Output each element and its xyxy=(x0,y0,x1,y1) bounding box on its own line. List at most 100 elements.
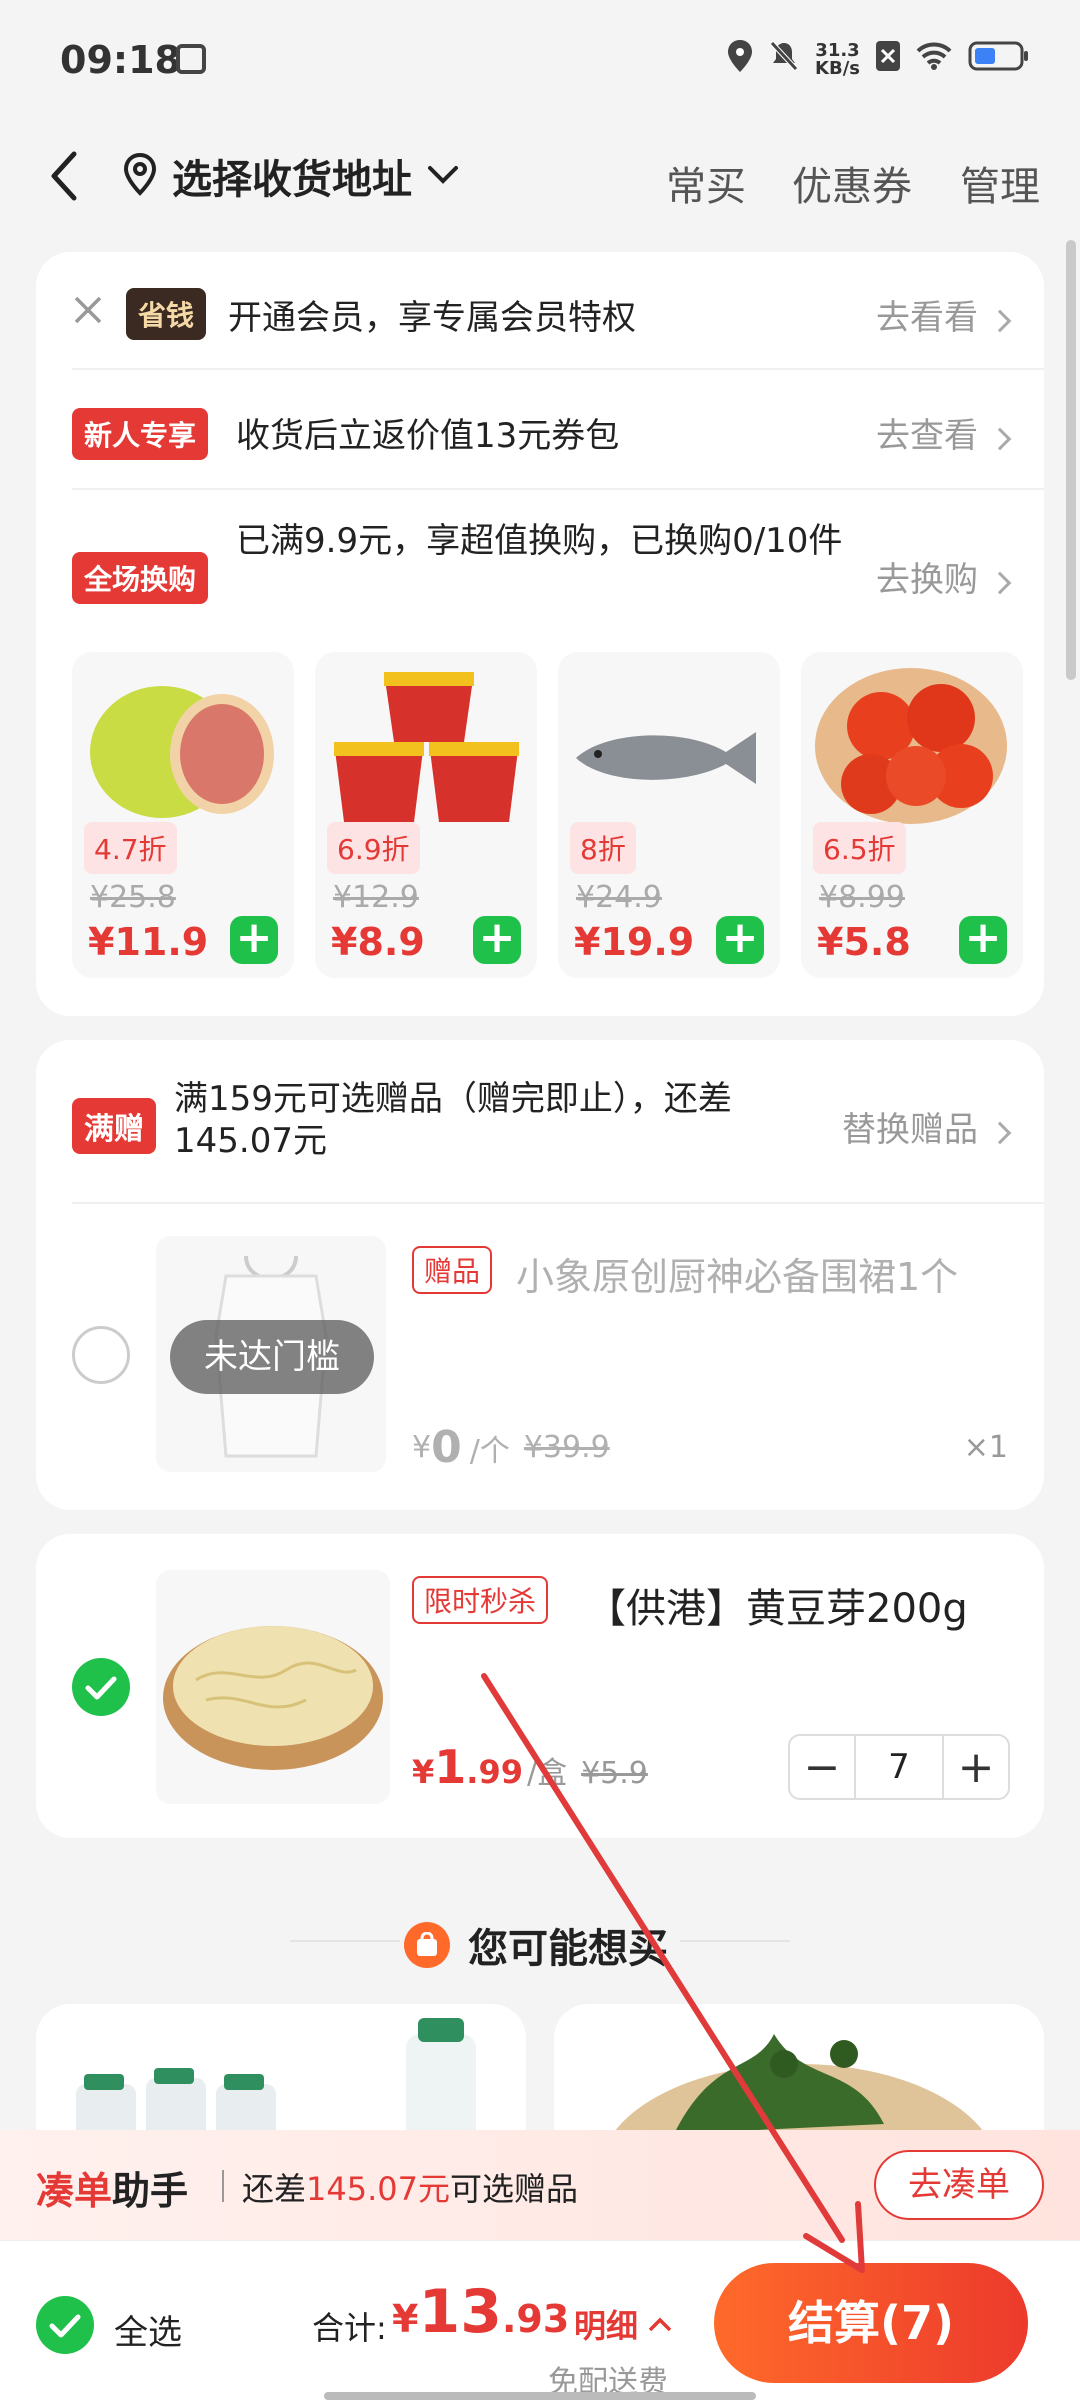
newuser-tag: 新人专享 xyxy=(72,408,209,460)
gift-price-symbol: ¥ xyxy=(412,1430,432,1465)
battery-icon xyxy=(968,41,1030,79)
status-icons: 31.3 KB/s xyxy=(727,40,1030,80)
item-price: ¥ 1 .99 /盒 ¥5.9 xyxy=(412,1740,648,1794)
member-tag: 省钱 xyxy=(126,288,207,340)
item-price-int: 1 xyxy=(434,1740,467,1794)
back-arrow-icon xyxy=(51,151,77,201)
recommend-header: 您可能想买 xyxy=(404,1916,668,1974)
exchange-product-card[interactable]: 4.7折 ¥25.8 ¥11.9 + xyxy=(72,652,294,978)
scrollbar[interactable] xyxy=(1066,240,1076,680)
gift-quantity: ×1 xyxy=(963,1430,1008,1465)
recommend-title: 您可能想买 xyxy=(468,1926,668,1972)
close-icon[interactable] xyxy=(70,292,106,332)
newuser-text: 收货后立返价值13元券包 xyxy=(236,416,620,456)
exchange-text: 已满9.9元，享超值换购，已换购0/10件 xyxy=(236,521,843,561)
discount-badge: 6.5折 xyxy=(813,822,906,874)
gift-tag: 满赠 xyxy=(72,1098,156,1154)
add-on-button[interactable]: 去凑单 xyxy=(874,2150,1044,2220)
original-price: ¥12.9 xyxy=(333,880,419,915)
exchange-product-card[interactable]: 6.5折 ¥8.99 ¥5.8 + xyxy=(801,652,1023,978)
gift-card: 满赠 满159元可选赠品（赠完即止），还差145.07元 替换赠品 未达门槛 赠… xyxy=(36,1040,1044,1510)
gift-item-tag: 赠品 xyxy=(412,1246,493,1294)
newuser-link-label: 去查看 xyxy=(876,416,978,456)
decrease-button[interactable]: − xyxy=(790,1735,856,1799)
quantity-value[interactable]: 7 xyxy=(856,1747,942,1787)
newuser-row[interactable]: 新人专享 收货后立返价值13元券包 去查看 xyxy=(36,370,1044,488)
bean-sprout-image[interactable] xyxy=(156,1570,390,1804)
newuser-link[interactable]: 去查看 xyxy=(876,408,1012,457)
divider-right xyxy=(680,1940,790,1942)
threshold-overlay: 未达门槛 xyxy=(170,1320,374,1394)
helper-text: 还差145.07元可选赠品 xyxy=(242,2164,578,2210)
item-checked-icon[interactable] xyxy=(72,1658,130,1716)
exchange-row[interactable]: 全场换购 已满9.9元，享超值换购，已换购0/10件 去换购 xyxy=(36,490,1044,640)
top-nav: 选择收货地址 常买 优惠券 管理 xyxy=(0,120,1080,230)
item-unit: /盒 xyxy=(526,1756,568,1791)
add-icon[interactable]: + xyxy=(716,916,764,964)
fish-image xyxy=(568,722,768,796)
total-int: 13 xyxy=(418,2277,502,2347)
gift-threshold-text: 满159元可选赠品（赠完即止），还差145.07元 xyxy=(174,1079,732,1161)
select-all-label[interactable]: 全选 xyxy=(114,2305,182,2354)
price: ¥11.9 xyxy=(88,920,209,964)
exchange-product-card[interactable]: 8折 ¥24.9 ¥19.9 + xyxy=(558,652,780,978)
exchange-product-card[interactable]: 6.9折 ¥12.9 ¥8.9 + xyxy=(315,652,537,978)
item-price-dec: .99 xyxy=(466,1753,523,1791)
quantity-stepper: − 7 + xyxy=(788,1734,1010,1800)
detail-label: 明细 xyxy=(574,2307,639,2345)
helper-title: 凑单助手 xyxy=(36,2160,188,2215)
member-row[interactable]: 省钱 开通会员，享专属会员特权 去看看 xyxy=(36,252,1044,370)
select-all-checkbox[interactable] xyxy=(36,2296,94,2354)
discount-badge: 4.7折 xyxy=(84,822,177,874)
gift-select-radio[interactable] xyxy=(72,1326,130,1384)
chevron-right-icon xyxy=(988,1121,1012,1145)
shopping-bag-icon xyxy=(404,1922,450,1968)
original-price: ¥8.99 xyxy=(819,880,905,915)
chevron-down-icon xyxy=(426,162,460,190)
status-bar: 09:18 31.3 KB/s xyxy=(0,0,1080,120)
tomato-image xyxy=(811,666,1011,830)
discount-badge: 8折 xyxy=(570,822,636,874)
replace-gift-link[interactable]: 替换赠品 xyxy=(842,1102,1012,1151)
helper-title-a: 凑单 xyxy=(36,2169,113,2213)
chevron-right-icon xyxy=(988,309,1012,333)
divider-left xyxy=(290,1940,400,1942)
gift-price: ¥ 0 /个 ¥39.9 xyxy=(412,1422,610,1473)
checkout-button[interactable]: 结算(7) xyxy=(714,2263,1028,2383)
total-symbol: ¥ xyxy=(392,2297,419,2341)
home-indicator[interactable] xyxy=(324,2392,756,2400)
noodle-cups-image xyxy=(329,662,525,836)
exchange-tag: 全场换购 xyxy=(72,552,209,604)
discount-badge: 6.9折 xyxy=(327,822,420,874)
increase-button[interactable]: + xyxy=(942,1735,1008,1799)
status-time: 09:18 xyxy=(60,38,181,82)
nav-coupon-button[interactable]: 优惠券 xyxy=(792,154,912,212)
total-dec: .93 xyxy=(501,2297,570,2341)
item-original-price: ¥5.9 xyxy=(581,1756,648,1791)
item-name[interactable]: 【供港】黄豆芽200g xyxy=(586,1576,968,1634)
sim-off-icon xyxy=(876,41,900,79)
gift-price-value: 0 xyxy=(431,1422,462,1473)
member-text: 开通会员，享专属会员特权 xyxy=(228,298,636,338)
member-link-label: 去看看 xyxy=(876,298,978,338)
exchange-link[interactable]: 去换购 xyxy=(876,552,1012,601)
price: ¥8.9 xyxy=(331,920,425,964)
member-link[interactable]: 去看看 xyxy=(876,290,1012,339)
wifi-icon xyxy=(916,42,952,78)
add-icon[interactable]: + xyxy=(230,916,278,964)
location-pin-icon xyxy=(122,152,158,200)
cart-item-card: 限时秒杀 【供港】黄豆芽200g ¥ 1 .99 /盒 ¥5.9 − 7 + xyxy=(36,1534,1044,1838)
add-icon[interactable]: + xyxy=(473,916,521,964)
original-price: ¥24.9 xyxy=(576,880,662,915)
detail-toggle[interactable]: 明细 xyxy=(574,2301,674,2347)
nav-manage-button[interactable]: 管理 xyxy=(960,154,1040,212)
nav-frequent-button[interactable]: 常买 xyxy=(666,154,746,212)
gift-header[interactable]: 满赠 满159元可选赠品（赠完即止），还差145.07元 替换赠品 xyxy=(36,1040,1044,1200)
exchange-link-label: 去换购 xyxy=(876,560,978,600)
helper-pre: 还差 xyxy=(242,2170,307,2208)
address-selector[interactable]: 选择收货地址 xyxy=(122,148,460,204)
back-button[interactable] xyxy=(44,146,94,206)
original-price: ¥25.8 xyxy=(90,880,176,915)
add-icon[interactable]: + xyxy=(959,916,1007,964)
address-label: 选择收货地址 xyxy=(172,157,412,203)
